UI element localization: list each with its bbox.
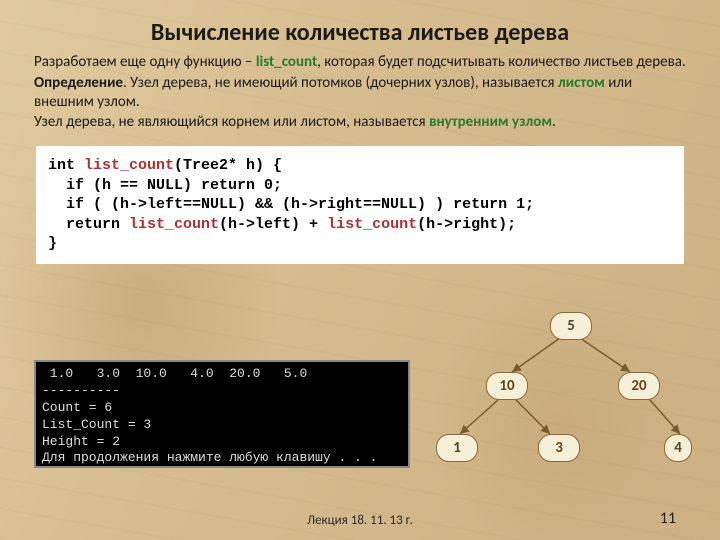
paragraph-intro: Разработаем еще одну функцию – list_coun… <box>34 53 686 72</box>
term-leaf: листом <box>558 74 605 92</box>
code-listing: int list_count(Tree2* h) { if (h == NULL… <box>36 146 684 264</box>
tree-node-leaf: 1 <box>436 434 478 462</box>
term-inner: внутренним узлом <box>429 113 552 131</box>
definition-label: Определение <box>34 74 123 92</box>
tree-node-leaf: 4 <box>664 434 692 462</box>
tree-diagram: 5 10 20 1 3 4 <box>432 310 692 480</box>
console-output: 1.0 3.0 10.0 4.0 20.0 5.0 ---------- Cou… <box>34 360 410 468</box>
tree-node: 20 <box>618 372 660 400</box>
paragraph-definition: Определение. Узел дерева, не имеющий пот… <box>34 74 686 112</box>
page-number: 11 <box>660 509 676 528</box>
page-title: Вычисление количества листьев дерева <box>34 18 686 47</box>
footer-lecture: Лекция 18. 11. 13 г. <box>0 513 720 528</box>
text: , которая будет подсчитывать количество … <box>317 53 686 71</box>
tree-node-root: 5 <box>550 312 592 340</box>
fn-name: list_count <box>256 53 317 71</box>
tree-node-leaf: 3 <box>538 434 580 462</box>
text: Узел дерева, не являющийся корнем или ли… <box>34 113 429 131</box>
tree-node: 10 <box>486 372 528 400</box>
text: . Узел дерева, не имеющий потомков (доче… <box>123 74 558 92</box>
text: Разработаем еще одну функцию – <box>34 53 256 71</box>
text: . <box>552 113 556 131</box>
paragraph-inner: Узел дерева, не являющийся корнем или ли… <box>34 113 686 132</box>
